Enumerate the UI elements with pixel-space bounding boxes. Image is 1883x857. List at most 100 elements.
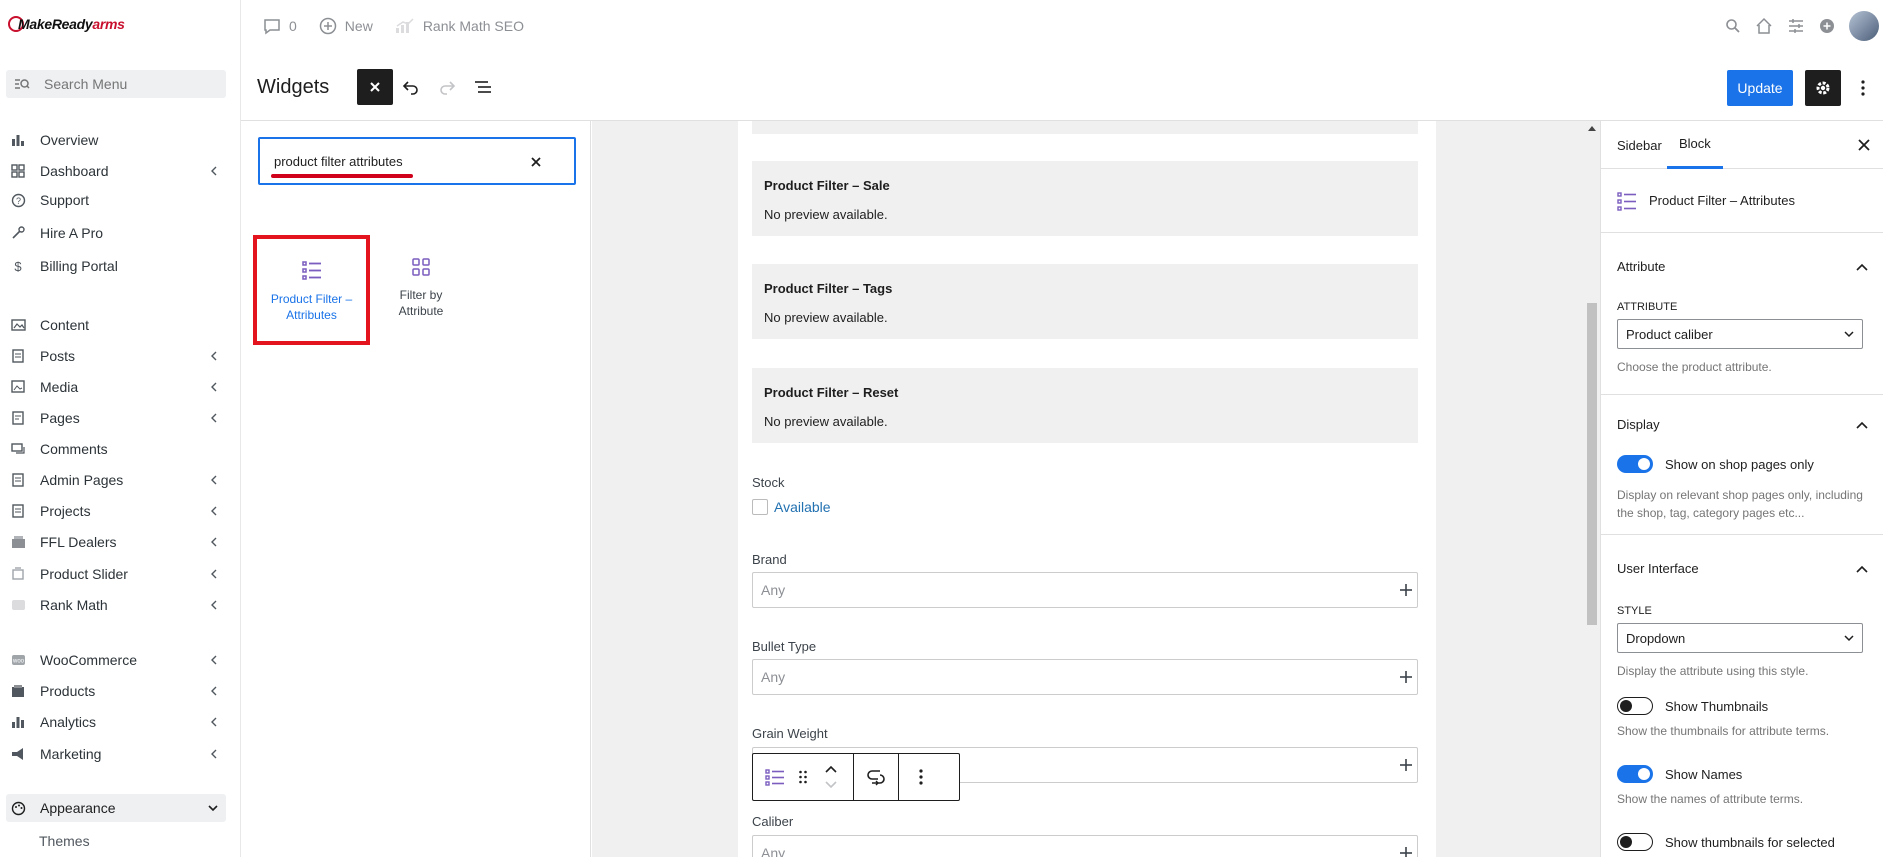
- menu-item-analytics[interactable]: Analytics: [0, 708, 232, 736]
- caliber-placeholder: Any: [761, 845, 786, 857]
- menu-item-support[interactable]: ? Support: [0, 186, 232, 214]
- tab-sidebar[interactable]: Sidebar: [1617, 121, 1662, 169]
- menu-label: Hire A Pro: [40, 225, 104, 241]
- chevron-up-icon[interactable]: [1856, 263, 1868, 271]
- close-inserter-button[interactable]: [357, 69, 393, 105]
- chevron-left-icon: [211, 351, 217, 361]
- menu-item-products[interactable]: Products: [0, 677, 232, 705]
- user-avatar[interactable]: [1849, 11, 1879, 41]
- attribute-panel-title[interactable]: Attribute: [1617, 259, 1665, 274]
- submenu-item-themes[interactable]: Themes: [39, 833, 90, 849]
- menu-item-hire-a-pro[interactable]: Hire A Pro: [0, 219, 232, 247]
- menu-label: Dashboard: [40, 163, 109, 179]
- block-result-filter-by-attribute[interactable]: Filter by Attribute: [367, 237, 475, 345]
- plus-icon[interactable]: [1399, 670, 1413, 684]
- attribute-select[interactable]: Product caliber: [1617, 319, 1863, 349]
- new-content-link[interactable]: New: [319, 17, 373, 35]
- tab-block[interactable]: Block: [1667, 121, 1723, 169]
- block-options-button[interactable]: [907, 761, 935, 793]
- preview-block-reset[interactable]: Product Filter – Reset No preview availa…: [752, 368, 1418, 443]
- list-view-button[interactable]: [465, 69, 501, 105]
- menu-item-admin-pages[interactable]: Admin Pages: [0, 466, 232, 494]
- home-icon[interactable]: [1755, 17, 1773, 35]
- rank-math-seo-link[interactable]: Rank Math SEO: [395, 18, 524, 34]
- preview-block-tags[interactable]: Product Filter – Tags No preview availab…: [752, 264, 1418, 339]
- menu-item-woocommerce[interactable]: woo WooCommerce: [0, 646, 232, 674]
- menu-item-projects[interactable]: Projects: [0, 497, 232, 525]
- update-button[interactable]: Update: [1727, 70, 1793, 106]
- search-icon[interactable]: [1725, 18, 1741, 34]
- clear-search-icon[interactable]: [528, 154, 544, 170]
- caliber-field[interactable]: Any: [752, 835, 1418, 857]
- block-inserter-panel: product filter attributes Product Filter…: [241, 121, 591, 857]
- preview-block-top[interactable]: [752, 121, 1418, 134]
- plus-icon[interactable]: [1399, 583, 1413, 597]
- stock-available-option[interactable]: Available: [752, 499, 831, 515]
- show-thumbnails-toggle[interactable]: [1617, 697, 1653, 715]
- plus-icon[interactable]: [1399, 758, 1413, 772]
- sliders-icon[interactable]: [1787, 17, 1805, 35]
- comments-count: 0: [289, 18, 297, 34]
- transform-button[interactable]: [862, 761, 890, 793]
- menu-item-media[interactable]: Media: [0, 373, 232, 401]
- help-circle-icon: ?: [10, 192, 26, 208]
- menu-item-comments[interactable]: Comments: [0, 435, 232, 463]
- chevron-left-icon: [211, 749, 217, 759]
- menu-item-dashboard[interactable]: Dashboard: [0, 157, 232, 185]
- show-selected-thumbnails-toggle[interactable]: [1617, 833, 1653, 851]
- move-up-down-button[interactable]: [817, 761, 845, 793]
- shop-pages-only-toggle-row[interactable]: Show on shop pages only: [1617, 455, 1814, 473]
- shop-pages-only-toggle[interactable]: [1617, 455, 1653, 473]
- display-panel-title[interactable]: Display: [1617, 417, 1660, 432]
- undo-button[interactable]: [393, 69, 429, 105]
- stock-available-label[interactable]: Available: [774, 499, 831, 515]
- menu-item-overview[interactable]: Overview: [0, 126, 232, 154]
- style-selected-value: Dropdown: [1626, 630, 1686, 646]
- show-thumbnails-toggle-row[interactable]: Show Thumbnails: [1617, 697, 1768, 715]
- menu-item-pages[interactable]: Pages: [0, 404, 232, 432]
- menu-item-ffl-dealers[interactable]: FFL Dealers: [0, 528, 232, 556]
- style-select[interactable]: Dropdown: [1617, 623, 1863, 653]
- show-names-toggle[interactable]: [1617, 765, 1653, 783]
- chevron-up-icon[interactable]: [1856, 565, 1868, 573]
- canvas-scrollbar[interactable]: [1584, 121, 1600, 857]
- search-menu-input[interactable]: Search Menu: [6, 70, 226, 98]
- block-result-product-filter-attributes[interactable]: Product Filter – Attributes: [253, 235, 370, 345]
- list-block-icon: [765, 769, 784, 786]
- brand-logo[interactable]: MakeReadyarms: [8, 16, 125, 32]
- menu-item-billing-portal[interactable]: $ Billing Portal: [0, 252, 232, 280]
- menu-item-appearance[interactable]: Appearance: [6, 794, 226, 822]
- menu-item-content[interactable]: Content: [0, 311, 232, 339]
- bullet-type-field[interactable]: Any: [752, 659, 1418, 695]
- settings-button[interactable]: [1805, 70, 1841, 106]
- display-panel: Display Show on shop pages only Display …: [1601, 395, 1883, 535]
- scroll-thumb[interactable]: [1587, 303, 1597, 625]
- comments-icon: [10, 441, 26, 457]
- menu-item-product-slider[interactable]: Product Slider: [0, 560, 232, 588]
- user-interface-panel-title[interactable]: User Interface: [1617, 561, 1699, 576]
- scroll-up-arrow-icon[interactable]: [1588, 126, 1596, 131]
- add-circle-icon[interactable]: [1819, 18, 1835, 34]
- show-names-toggle-row[interactable]: Show Names: [1617, 765, 1742, 783]
- preview-block-sale[interactable]: Product Filter – Sale No preview availab…: [752, 161, 1418, 236]
- menu-label: Comments: [40, 441, 108, 457]
- sidebar-tabs: Sidebar Block: [1601, 121, 1883, 169]
- stock-available-checkbox[interactable]: [752, 499, 768, 515]
- drag-handle[interactable]: [789, 761, 817, 793]
- stock-label: Stock: [752, 475, 785, 490]
- undo-icon: [402, 81, 418, 95]
- chevron-up-icon[interactable]: [1856, 421, 1868, 429]
- block-type-button[interactable]: [761, 761, 789, 793]
- page-title: Widgets: [257, 76, 330, 98]
- menu-item-marketing[interactable]: Marketing: [0, 740, 232, 768]
- preview-block-message: No preview available.: [764, 310, 888, 325]
- show-selected-thumbnails-toggle-row[interactable]: Show thumbnails for selected: [1617, 833, 1835, 851]
- comments-link[interactable]: 0: [263, 17, 297, 35]
- menu-item-rank-math[interactable]: Rank Math: [0, 591, 232, 619]
- redo-button[interactable]: [429, 69, 465, 105]
- close-sidebar-icon[interactable]: [1856, 137, 1872, 153]
- plus-icon[interactable]: [1399, 846, 1413, 857]
- brand-field[interactable]: Any: [752, 572, 1418, 608]
- more-options-button[interactable]: [1851, 70, 1875, 106]
- menu-item-posts[interactable]: Posts: [0, 342, 232, 370]
